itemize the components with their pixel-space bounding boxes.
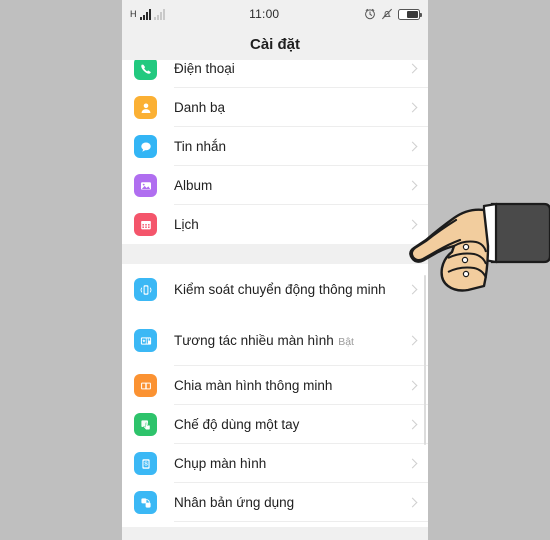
status-bar-right: [364, 8, 422, 20]
list-item-label: Tin nhắn: [174, 138, 227, 154]
page-title: Cài đặt: [249, 35, 300, 53]
list-item-label: Chụp màn hình: [174, 455, 267, 471]
screenshot-icon: S: [134, 452, 157, 475]
status-bar-left: H: [130, 8, 165, 20]
list-item-kiem-soat-chuyen-dong-thong-minh[interactable]: Kiểm soát chuyển động thông minh: [122, 264, 428, 315]
alarm-clock-icon: [364, 8, 376, 20]
message-icon: [134, 135, 157, 158]
phone-icon: [134, 60, 157, 80]
signal-bars-sim1-icon: [139, 8, 151, 20]
battery-icon: [398, 8, 422, 20]
list-item-danh-ba[interactable]: Danh bạ: [122, 88, 428, 127]
svg-text:S: S: [144, 461, 148, 467]
smart-motion-icon: [134, 278, 157, 301]
list-item-chup-man-hinh[interactable]: S Chụp màn hình: [122, 444, 428, 483]
chevron-right-icon: [408, 62, 418, 76]
bottom-strip: [122, 527, 428, 540]
list-scrollbar-thumb[interactable]: [424, 275, 426, 445]
app-clone-icon: [134, 491, 157, 514]
section-separator: [122, 244, 428, 264]
list-item-text: Chia màn hình thông minh: [174, 377, 408, 395]
split-screen-icon: [134, 374, 157, 397]
chevron-right-icon: [408, 283, 418, 297]
list-item-text: Chế độ dùng một tay: [174, 416, 408, 434]
album-icon: [134, 174, 157, 197]
chevron-right-icon: [408, 457, 418, 471]
list-item-label: Nhân bản ứng dụng: [174, 494, 295, 510]
list-item-text: Điện thoại: [174, 60, 408, 78]
list-item-text: Tương tác nhiều màn hình Bật: [174, 332, 408, 350]
list-item-text: Album: [174, 177, 408, 195]
chevron-right-icon: [408, 140, 418, 154]
one-hand-mode-icon: [134, 413, 157, 436]
list-item-tuong-tac-nhieu-man-hinh[interactable]: Tương tác nhiều màn hình Bật: [122, 315, 428, 366]
list-item-tin-nhan[interactable]: Tin nhắn: [122, 127, 428, 166]
chevron-right-icon: [408, 334, 418, 348]
list-item-text: Tin nhắn: [174, 138, 408, 156]
page-title-bar: Cài đặt: [122, 28, 428, 60]
list-item-nhan-ban-ung-dung[interactable]: Nhân bản ứng dụng: [122, 483, 428, 522]
network-type-label: H: [130, 8, 137, 19]
list-item-album[interactable]: Album: [122, 166, 428, 205]
list-item-label: Lịch: [174, 216, 199, 232]
status-bar: H 11:00: [122, 0, 428, 28]
chevron-right-icon: [408, 179, 418, 193]
chevron-right-icon: [408, 379, 418, 393]
list-item-label: Chia màn hình thông minh: [174, 377, 333, 393]
list-item-sublabel: Bật: [338, 335, 354, 348]
status-bar-clock: 11:00: [249, 7, 280, 21]
bell-muted-icon: [381, 8, 393, 20]
list-item-che-do-dung-mot-tay[interactable]: Chế độ dùng một tay: [122, 405, 428, 444]
list-item-label: Tương tác nhiều màn hình: [174, 332, 334, 348]
list-item-lich[interactable]: Lịch: [122, 205, 428, 244]
chevron-right-icon: [408, 496, 418, 510]
list-item-dien-thoai[interactable]: Điện thoại: [122, 60, 428, 88]
list-item-text: Kiểm soát chuyển động thông minh: [174, 281, 408, 299]
list-item-text: Lịch: [174, 216, 408, 234]
chevron-right-icon: [408, 418, 418, 432]
list-item-text: Nhân bản ứng dụng: [174, 494, 408, 512]
list-item-text: Chụp màn hình: [174, 455, 408, 473]
list-item-label: Danh bạ: [174, 99, 226, 115]
settings-list[interactable]: Điện thoại Danh bạ Tin nhắn Album Lịch K…: [122, 60, 428, 527]
list-item-text: Danh bạ: [174, 99, 408, 117]
list-item-label: Chế độ dùng một tay: [174, 416, 300, 432]
list-item-label: Điện thoại: [174, 60, 235, 76]
phone-screen: H 11:00 Cài đặt Điện thoại Danh bạ Tin n…: [122, 0, 428, 540]
chevron-right-icon: [408, 218, 418, 232]
chevron-right-icon: [408, 101, 418, 115]
list-item-chia-man-hinh-thong-minh[interactable]: Chia màn hình thông minh: [122, 366, 428, 405]
list-item-label: Kiểm soát chuyển động thông minh: [174, 281, 386, 297]
list-item-label: Album: [174, 177, 213, 193]
calendar-icon: [134, 213, 157, 236]
list-scrollbar-track[interactable]: [424, 60, 427, 527]
signal-bars-sim2-icon: [153, 8, 165, 20]
contacts-icon: [134, 96, 157, 119]
multi-screen-icon: [134, 329, 157, 352]
